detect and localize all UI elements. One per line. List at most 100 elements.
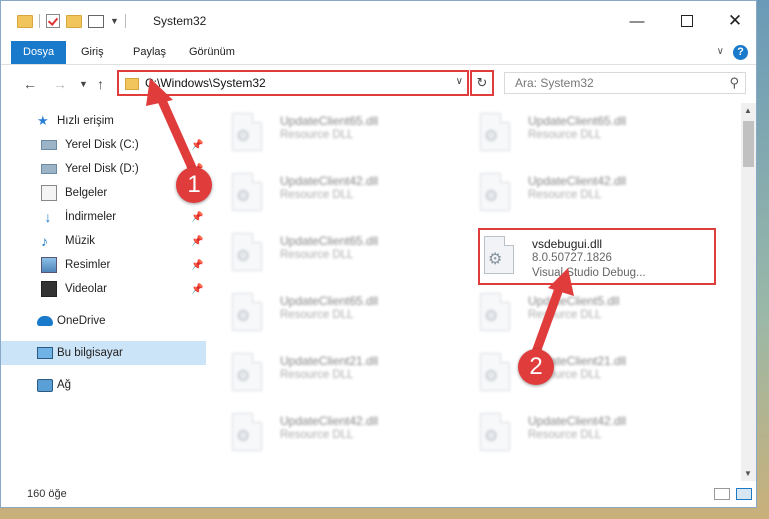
sidebar-item-onedrive[interactable]: OneDrive bbox=[1, 309, 206, 333]
sidebar-item-label: Belgeler bbox=[65, 187, 108, 199]
forward-arrow-icon[interactable]: → bbox=[53, 76, 67, 92]
sidebar-item-pictures[interactable]: Resimler 📌 bbox=[1, 253, 206, 277]
address-path[interactable]: C:\Windows\System32 bbox=[145, 76, 266, 90]
list-item[interactable]: vsdebugui.dll 8.0.50727.1826 Visual Stud… bbox=[458, 230, 688, 284]
computer-icon bbox=[37, 347, 53, 359]
annotation-step-2: 2 bbox=[518, 349, 554, 385]
documents-icon bbox=[41, 185, 57, 201]
file-type: Resource DLL bbox=[280, 309, 354, 321]
videos-icon bbox=[41, 281, 57, 297]
address-dropdown-chevron-icon[interactable]: ∨ bbox=[456, 76, 463, 87]
file-name: UpdateClient42.dll bbox=[528, 414, 627, 428]
dll-file-icon bbox=[480, 353, 510, 391]
toolbar-separator bbox=[39, 14, 40, 28]
sidebar-item-label: İndirmeler bbox=[65, 211, 117, 223]
sidebar-item-videos[interactable]: Videolar 📌 bbox=[1, 277, 206, 301]
sidebar-item-network[interactable]: Ağ bbox=[1, 373, 206, 397]
file-name: UpdateClient65.dll bbox=[280, 114, 379, 128]
list-item[interactable]: UpdateClient65.dll Resource DLL bbox=[206, 287, 436, 341]
search-icon[interactable]: ⚲ bbox=[729, 75, 739, 91]
sidebar-item-label: Bu bilgisayar bbox=[57, 347, 123, 359]
file-type: Resource DLL bbox=[280, 249, 354, 261]
search-input[interactable]: Ara: System32 ⚲ bbox=[504, 72, 746, 94]
maximize-button[interactable] bbox=[664, 9, 710, 33]
recent-locations-chevron-icon[interactable]: ▼ bbox=[79, 79, 88, 89]
dll-file-icon bbox=[232, 113, 262, 151]
sidebar-item-local-disk-c[interactable]: Yerel Disk (C:) 📌 bbox=[1, 133, 206, 157]
sidebar-item-local-disk-d[interactable]: Yerel Disk (D:) 📌 bbox=[1, 157, 206, 181]
file-description: Visual Studio Debug... bbox=[532, 267, 646, 279]
pictures-icon bbox=[41, 257, 57, 273]
maximize-icon bbox=[681, 15, 693, 27]
pin-icon[interactable]: 📌 bbox=[191, 212, 203, 223]
file-type: Resource DLL bbox=[280, 429, 354, 441]
file-name: UpdateClient21.dll bbox=[280, 354, 379, 368]
dll-file-icon bbox=[232, 293, 262, 331]
scroll-up-arrow-icon[interactable]: ▲ bbox=[744, 106, 752, 115]
sidebar-item-label: Resimler bbox=[65, 259, 111, 271]
sidebar-item-label: Yerel Disk (D:) bbox=[65, 163, 139, 175]
highlighted-file-vsdebugui[interactable]: vsdebugui.dll 8.0.50727.1826 Visual Stud… bbox=[478, 228, 716, 285]
sidebar-item-label: Yerel Disk (C:) bbox=[65, 139, 139, 151]
file-name: UpdateClient65.dll bbox=[280, 294, 379, 308]
address-bar[interactable]: C:\Windows\System32 ∨ bbox=[117, 70, 469, 96]
sidebar-item-label: Hızlı erişim bbox=[57, 115, 114, 127]
quick-access-toolbar: ▼ bbox=[17, 14, 126, 28]
sidebar-item-label: Videolar bbox=[65, 283, 107, 295]
customize-toolbar-chevron-icon[interactable]: ▼ bbox=[110, 16, 119, 26]
sidebar-item-downloads[interactable]: ↓ İndirmeler 📌 bbox=[1, 205, 206, 229]
pin-icon[interactable]: 📌 bbox=[191, 140, 203, 151]
pin-icon[interactable]: 📌 bbox=[191, 260, 203, 271]
up-arrow-icon[interactable]: ↑ bbox=[97, 76, 104, 92]
list-item[interactable]: UpdateClient65.dll Resource DLL bbox=[206, 107, 436, 161]
list-item[interactable]: UpdateClient65.dll Resource DLL bbox=[454, 107, 684, 161]
close-button[interactable]: ✕ bbox=[712, 9, 758, 33]
list-item[interactable]: UpdateClient21.dll Resource DLL bbox=[206, 347, 436, 401]
item-count: 160 öğe bbox=[27, 488, 67, 500]
file-type: Resource DLL bbox=[528, 129, 602, 141]
file-name: UpdateClient42.dll bbox=[280, 174, 379, 188]
file-version: 8.0.50727.1826 bbox=[532, 252, 612, 264]
status-bar: 160 öğe bbox=[1, 481, 756, 507]
file-type: Resource DLL bbox=[280, 369, 354, 381]
sidebar-item-quick-access[interactable]: ★ Hızlı erişim bbox=[1, 109, 206, 133]
explorer-window: ▼ System32 — ✕ Dosya Giriş Paylaş Görünü… bbox=[0, 0, 757, 508]
tab-giris[interactable]: Giriş bbox=[69, 41, 116, 64]
ribbon-expand-chevron-icon[interactable]: ∨ bbox=[717, 46, 724, 57]
list-item[interactable]: UpdateClient42.dll Resource DLL bbox=[454, 407, 684, 461]
pin-icon[interactable]: 📌 bbox=[191, 236, 203, 247]
list-item[interactable]: UpdateClient42.dll Resource DLL bbox=[206, 167, 436, 221]
sidebar-item-music[interactable]: ♪ Müzik 📌 bbox=[1, 229, 206, 253]
list-item[interactable]: UpdateClient5.dll Resource DLL bbox=[454, 287, 684, 341]
back-arrow-icon[interactable]: ← bbox=[23, 76, 37, 92]
vertical-scrollbar[interactable]: ▲ ▼ bbox=[741, 103, 756, 481]
new-folder-icon[interactable] bbox=[66, 14, 82, 28]
help-button[interactable]: ? bbox=[733, 45, 748, 60]
large-icons-view-icon[interactable] bbox=[736, 488, 752, 500]
dll-file-icon bbox=[232, 413, 262, 451]
file-type: Resource DLL bbox=[280, 189, 354, 201]
list-item[interactable]: UpdateClient21.dll Resource DLL bbox=[454, 347, 684, 401]
minimize-button[interactable]: — bbox=[614, 9, 660, 33]
scrollbar-thumb[interactable] bbox=[743, 121, 754, 167]
star-icon: ★ bbox=[37, 113, 49, 128]
drive-icon bbox=[41, 140, 57, 150]
file-name: vsdebugui.dll bbox=[532, 237, 603, 251]
details-view-icon[interactable] bbox=[714, 488, 730, 500]
tab-paylas[interactable]: Paylaş bbox=[121, 41, 178, 64]
properties-icon[interactable] bbox=[88, 14, 104, 28]
scroll-down-arrow-icon[interactable]: ▼ bbox=[744, 469, 752, 478]
pin-icon[interactable]: 📌 bbox=[191, 284, 203, 295]
cloud-icon bbox=[37, 316, 53, 326]
tab-dosya[interactable]: Dosya bbox=[11, 41, 67, 64]
list-item[interactable]: UpdateClient42.dll Resource DLL bbox=[454, 167, 684, 221]
list-item[interactable]: UpdateClient42.dll Resource DLL bbox=[206, 407, 436, 461]
file-name: UpdateClient42.dll bbox=[528, 174, 627, 188]
list-item[interactable]: UpdateClient65.dll Resource DLL bbox=[206, 227, 436, 281]
tab-gorunum[interactable]: Görünüm bbox=[177, 41, 247, 64]
sidebar-item-this-pc[interactable]: Bu bilgisayar bbox=[1, 341, 206, 365]
properties-check-icon[interactable] bbox=[46, 14, 60, 28]
refresh-button[interactable]: ↻ bbox=[470, 70, 494, 96]
sidebar-item-label: Ağ bbox=[57, 379, 72, 391]
sidebar-item-label: OneDrive bbox=[57, 315, 106, 327]
